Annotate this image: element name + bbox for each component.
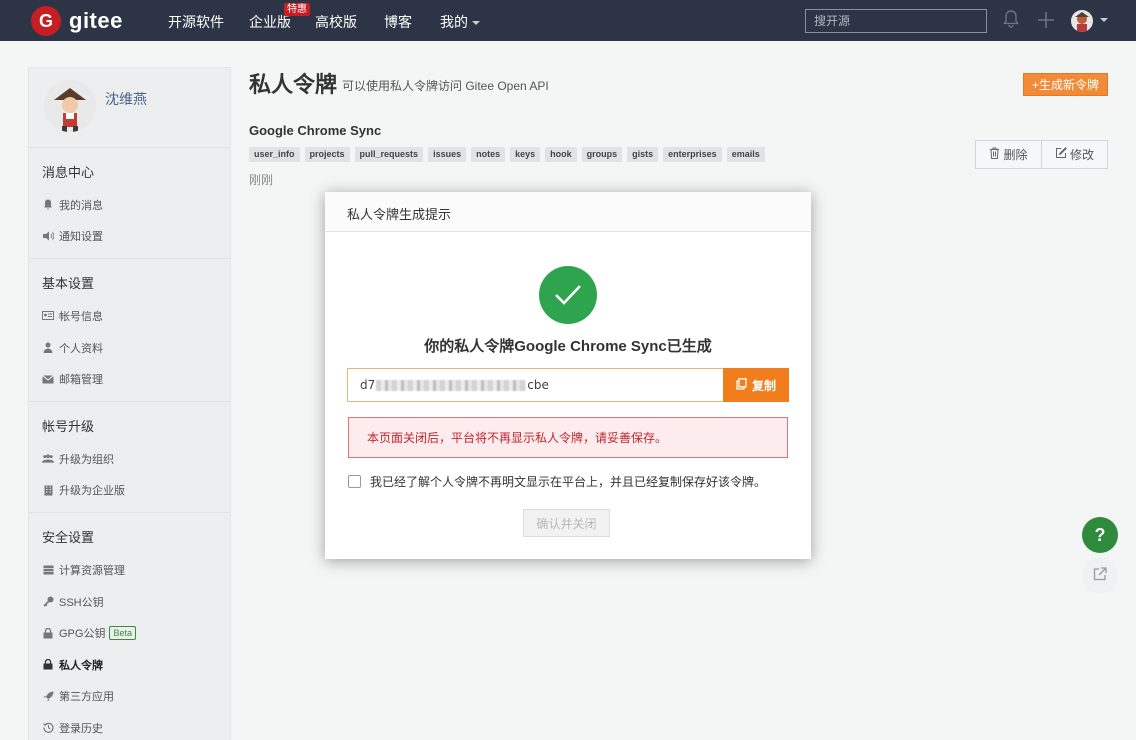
nav-open-source[interactable]: 开源软件 [168, 12, 224, 32]
user-avatar[interactable] [1071, 10, 1093, 32]
modal-header: 私人令牌生成提示 [325, 192, 811, 232]
token-prefix: d7 [360, 378, 376, 392]
acknowledge-checkbox-row[interactable]: 我已经了解个人令牌不再明文显示在平台上，并且已经复制保存好该令牌。 [348, 473, 766, 490]
copy-icon [736, 377, 747, 393]
nav-university[interactable]: 高校版 [315, 12, 357, 32]
plus-icon[interactable] [1037, 11, 1055, 34]
gitee-logo[interactable]: G gitee [31, 6, 123, 36]
copy-label: 复制 [751, 378, 776, 393]
token-masked [376, 379, 527, 391]
acknowledge-checkbox[interactable] [348, 475, 361, 488]
avatar-chevron-icon[interactable] [1100, 18, 1108, 22]
feedback-button[interactable] [1082, 558, 1118, 594]
top-nav: G gitee 开源软件 企业版 特惠 高校版 博客 我的 [0, 0, 1136, 41]
acknowledge-label: 我已经了解个人令牌不再明文显示在平台上，并且已经复制保存好该令牌。 [370, 475, 767, 489]
token-generated-modal: 私人令牌生成提示 你的私人令牌Google Chrome Sync已生成 d7 … [325, 192, 811, 559]
token-value-field[interactable]: d7 cbe [347, 368, 723, 402]
token-suffix: cbe [527, 378, 549, 392]
external-link-icon [1093, 566, 1107, 586]
promo-badge: 特惠 [284, 3, 310, 16]
help-button[interactable]: ? [1082, 517, 1118, 553]
nav-blog[interactable]: 博客 [384, 12, 412, 32]
copy-button[interactable]: 复制 [723, 368, 789, 402]
warning-message: 本页面关闭后，平台将不再显示私人令牌，请妥善保存。 [348, 417, 788, 458]
nav-mine[interactable]: 我的 [440, 12, 480, 32]
search-input[interactable] [805, 9, 987, 33]
bell-icon[interactable] [1003, 10, 1019, 33]
chevron-down-icon [472, 21, 480, 26]
logo-text: gitee [69, 8, 123, 33]
confirm-close-button[interactable]: 确认并关闭 [523, 509, 610, 537]
success-check-icon [539, 266, 597, 324]
nav-mine-label: 我的 [440, 14, 468, 30]
modal-title: 你的私人令牌Google Chrome Sync已生成 [424, 338, 712, 355]
logo-mark: G [31, 6, 61, 36]
